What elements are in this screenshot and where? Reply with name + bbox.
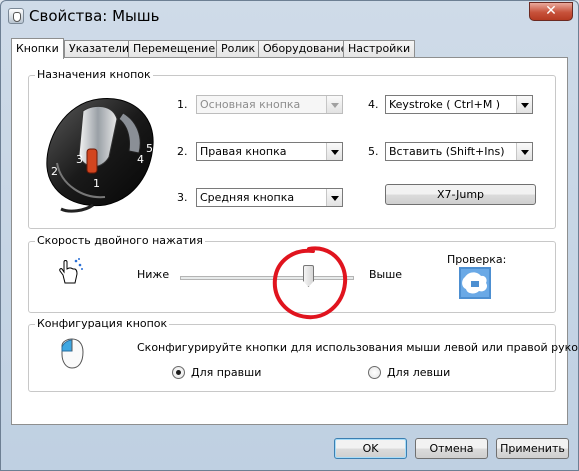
- button-2-value: Правая кнопка: [200, 145, 287, 158]
- mouse-label-5: 5: [146, 142, 153, 155]
- button-3-select[interactable]: Средняя кнопка: [196, 188, 343, 207]
- button-5-select[interactable]: Вставить (Shift+Ins): [385, 142, 533, 161]
- assignment-number-2: 2.: [177, 145, 188, 158]
- mouse-app-icon: [8, 8, 24, 24]
- speed-faster-label: Выше: [369, 268, 403, 281]
- window-title: Свойства: Мышь: [29, 7, 160, 25]
- button-3-value: Средняя кнопка: [200, 191, 295, 204]
- chevron-down-icon: [516, 143, 532, 160]
- chevron-down-icon: [326, 189, 342, 206]
- apply-button[interactable]: Применить: [496, 438, 569, 459]
- test-folder-icon[interactable]: [459, 267, 491, 299]
- close-button[interactable]: ✕: [529, 2, 573, 21]
- gaming-mouse-image: [46, 97, 154, 213]
- config-description: Сконфигурируйте кнопки для использования…: [137, 341, 579, 354]
- button-5-value: Вставить (Shift+Ins): [389, 145, 505, 158]
- mouse-label-3: 3: [76, 153, 83, 166]
- button-config-group: Конфигурация кнопок: [28, 317, 556, 392]
- tab-settings[interactable]: Настройки: [343, 40, 416, 58]
- double-click-title: Скорость двойного нажатия: [35, 234, 205, 247]
- title-bar[interactable]: Свойства: Мышь ✕: [1, 1, 578, 31]
- assignment-number-4: 4.: [368, 98, 379, 111]
- right-handed-label[interactable]: Для правши: [191, 366, 261, 379]
- button-assignments-title: Назначения кнопок: [35, 68, 153, 81]
- assignment-number-3: 3.: [177, 191, 188, 204]
- mouse-label-2: 2: [51, 165, 58, 178]
- tab-pointer-options[interactable]: Перемещение: [128, 40, 221, 58]
- left-handed-label[interactable]: Для левши: [387, 366, 450, 379]
- chevron-down-icon: [326, 143, 342, 160]
- mouse-label-1: 1: [93, 177, 100, 190]
- chevron-down-icon: [516, 96, 532, 113]
- red-circle-annotation: [272, 246, 348, 320]
- speed-slower-label: Ниже: [137, 268, 170, 281]
- test-area-label: Проверка:: [447, 253, 507, 266]
- mouse-label-4: 4: [137, 153, 144, 166]
- button-4-value: Keystroke ( Ctrl+M ): [389, 98, 501, 111]
- button-4-select[interactable]: Keystroke ( Ctrl+M ): [385, 95, 533, 114]
- cancel-button[interactable]: Отмена: [415, 438, 488, 459]
- button-1-select[interactable]: Основная кнопка: [196, 95, 343, 114]
- tab-hardware[interactable]: Оборудование: [258, 40, 353, 58]
- tab-buttons[interactable]: Кнопки: [11, 38, 64, 59]
- assignment-number-1: 1.: [177, 98, 188, 111]
- right-handed-radio[interactable]: [172, 366, 185, 379]
- x7-jump-button[interactable]: X7-Jump: [385, 184, 536, 205]
- mouse-properties-window: Свойства: Мышь ✕ Кнопки Указатели Переме…: [0, 0, 579, 471]
- button-2-select[interactable]: Правая кнопка: [196, 142, 343, 161]
- tab-pointers[interactable]: Указатели: [64, 40, 135, 58]
- button-config-title: Конфигурация кнопок: [35, 317, 170, 330]
- button-1-value: Основная кнопка: [200, 98, 301, 111]
- chevron-down-icon: [326, 96, 342, 113]
- tab-wheel[interactable]: Ролик: [216, 40, 261, 58]
- mouse-icon: [61, 338, 84, 369]
- assignment-number-5: 5.: [368, 145, 379, 158]
- left-handed-radio[interactable]: [368, 366, 381, 379]
- ok-button[interactable]: OK: [334, 438, 407, 459]
- hand-pointer-icon: [59, 258, 83, 284]
